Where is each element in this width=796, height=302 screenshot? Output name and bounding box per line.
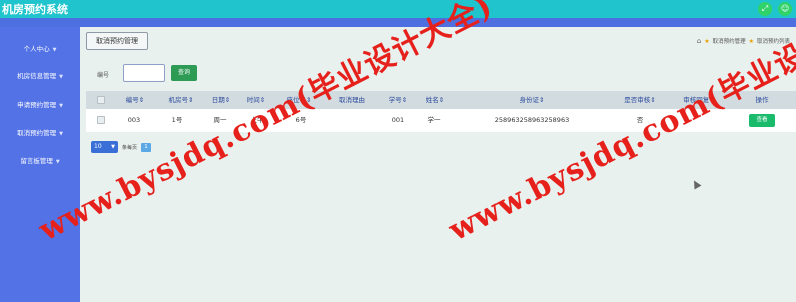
- sidebar-item-label: 取消预约管理: [17, 129, 57, 137]
- star-icon: ★: [748, 37, 754, 45]
- search-label: 编号: [97, 72, 110, 79]
- column-header[interactable]: 座位号⇕: [287, 91, 312, 109]
- table-header: 编号⇕ 机房号⇕ 日期⇕ 时间⇕ 座位号⇕ 取消理由 学号⇕ 姓名⇕ 身份证⇕ …: [86, 91, 796, 109]
- column-header[interactable]: 学号⇕: [389, 91, 407, 109]
- column-header-label: 编号: [125, 96, 139, 104]
- sidebar-item-cancel-booking[interactable]: 取消预约管理 ▼: [0, 127, 80, 137]
- page-size-value: 10: [94, 143, 102, 150]
- table-row: 003 1号 周一 上午 6号 001 学一 25896325896325896…: [86, 109, 796, 132]
- column-header-label: 审核回复: [683, 96, 710, 104]
- column-header[interactable]: 是否审核⇕: [624, 91, 655, 109]
- chevron-down-icon: ▼: [111, 144, 115, 150]
- column-header[interactable]: 审核回复⇕: [683, 91, 714, 109]
- sidebar-item-label: 申请预约管理: [17, 101, 57, 109]
- column-header-label: 取消理由: [339, 96, 365, 104]
- sidebar-item-label: 机房信息管理: [17, 72, 57, 80]
- chevron-down-icon: ▼: [59, 103, 63, 109]
- cell-name: 学一: [427, 116, 441, 124]
- search-input[interactable]: [123, 64, 165, 82]
- cell-room: 1号: [171, 116, 183, 124]
- breadcrumb: ⌂ ★ 取消预约管理 ★ 取消预约列表: [697, 37, 790, 45]
- cell-audited: 否: [636, 116, 644, 124]
- query-button[interactable]: 查询: [171, 65, 197, 81]
- cell-id-card: 258963258963258963: [494, 116, 570, 124]
- cell-date: 周一: [213, 116, 227, 124]
- breadcrumb-item: 取消预约列表: [756, 39, 790, 45]
- cell-student-id: 001: [391, 116, 405, 124]
- mouse-cursor-icon: [690, 178, 702, 190]
- column-header[interactable]: 编号⇕: [126, 91, 144, 109]
- chevron-down-icon: ▼: [59, 131, 63, 137]
- column-header-label: 是否审核: [624, 96, 651, 104]
- cell-seat: 6号: [295, 116, 307, 124]
- column-header: 取消理由: [339, 91, 365, 109]
- app-title: 机房预约系统: [2, 3, 68, 16]
- view-button[interactable]: 查看: [749, 114, 775, 127]
- user-icon[interactable]: ☺: [778, 2, 792, 16]
- main-content: 取消预约管理 ⌂ ★ 取消预约管理 ★ 取消预约列表 编号 查询 编号⇕ 机房号…: [80, 27, 796, 302]
- cancel-booking-manage-button[interactable]: 取消预约管理: [86, 32, 148, 50]
- expand-icon[interactable]: ⤢: [758, 2, 772, 16]
- column-header: 操作: [756, 91, 769, 109]
- column-header[interactable]: 时间⇕: [247, 91, 265, 109]
- cell-time: 上午: [250, 116, 264, 124]
- row-checkbox[interactable]: [97, 116, 105, 124]
- column-header-label: 时间: [246, 96, 260, 104]
- chevron-down-icon: ▼: [59, 74, 63, 80]
- sidebar: 个人中心 ▼ 机房信息管理 ▼ 申请预约管理 ▼ 取消预约管理 ▼ 留言板管理 ▼: [0, 27, 80, 302]
- column-header[interactable]: 机房号⇕: [169, 91, 194, 109]
- column-header-label: 身份证: [519, 96, 540, 104]
- sidebar-item-message-board[interactable]: 留言板管理 ▼: [0, 155, 80, 165]
- column-header-label: 操作: [755, 96, 769, 104]
- chevron-down-icon: ▼: [55, 159, 60, 165]
- sidebar-item-personal-center[interactable]: 个人中心 ▼: [0, 43, 80, 53]
- column-header[interactable]: 姓名⇕: [426, 91, 444, 109]
- star-icon: ★: [704, 37, 710, 45]
- column-header-label: 学号: [388, 96, 402, 104]
- pagination: 10 ▼ 条每页 1: [91, 141, 152, 153]
- column-header-label: 机房号: [168, 96, 189, 104]
- sidebar-item-room-info[interactable]: 机房信息管理 ▼: [0, 70, 80, 80]
- top-bar: 机房预约系统 ⤢ ☺: [0, 0, 796, 18]
- breadcrumb-item[interactable]: 取消预约管理: [713, 37, 746, 45]
- sidebar-item-label: 留言板管理: [20, 157, 53, 165]
- column-header[interactable]: 身份证⇕: [520, 91, 545, 109]
- sidebar-item-label: 个人中心: [23, 45, 50, 53]
- home-icon[interactable]: ⌂: [697, 37, 701, 45]
- column-header[interactable]: 日期⇕: [212, 91, 230, 109]
- sidebar-item-apply-booking[interactable]: 申请预约管理 ▼: [0, 99, 80, 109]
- page-button-current[interactable]: 1: [141, 142, 152, 152]
- select-all-checkbox[interactable]: [97, 96, 105, 104]
- column-header-label: 座位号: [286, 96, 307, 104]
- chevron-down-icon: ▼: [52, 47, 57, 53]
- page-size-select[interactable]: 10 ▼: [91, 141, 118, 153]
- per-page-label: 条每页: [122, 144, 138, 151]
- column-header-label: 日期: [211, 96, 225, 104]
- header-stripe: [0, 18, 796, 27]
- column-header-label: 姓名: [425, 96, 439, 104]
- cell-id: 003: [127, 116, 141, 124]
